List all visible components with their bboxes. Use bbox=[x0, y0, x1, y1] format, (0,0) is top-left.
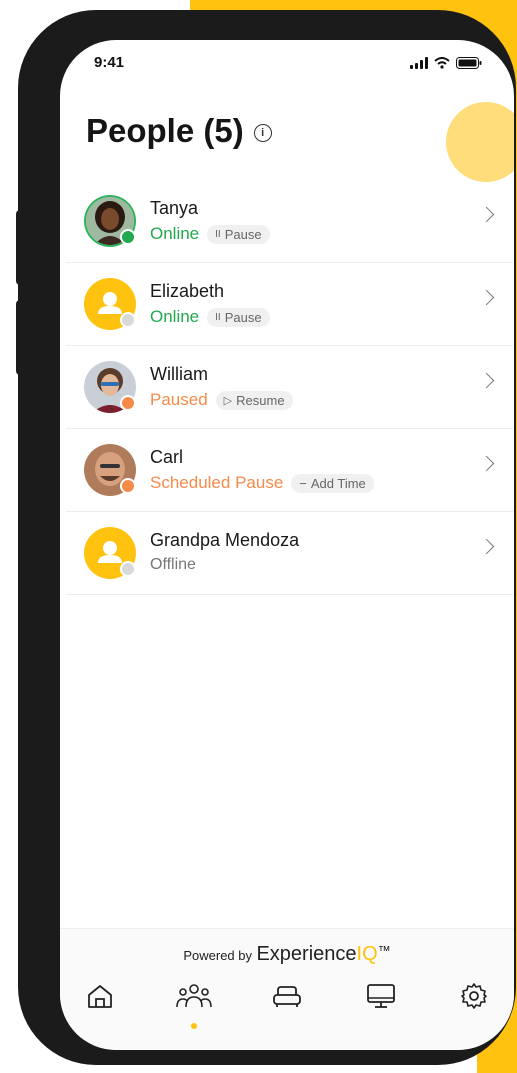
chevron-right-icon[interactable] bbox=[478, 538, 495, 555]
couch-icon bbox=[273, 986, 301, 1007]
play-icon: ▷ bbox=[223, 394, 233, 407]
status-dot bbox=[120, 312, 136, 328]
wifi-icon bbox=[434, 57, 450, 69]
volume-up-button bbox=[16, 210, 24, 285]
minus-icon: − bbox=[299, 475, 307, 491]
chevron-right-icon[interactable] bbox=[478, 289, 495, 306]
powered-by: Powered by ExperienceIQ™ bbox=[183, 943, 391, 965]
chip-label: Pause bbox=[224, 309, 262, 325]
status-time: 9:41 bbox=[94, 54, 125, 71]
resume-button[interactable]: ▷ Resume bbox=[215, 390, 293, 410]
status-dot bbox=[120, 478, 136, 494]
status-dot bbox=[120, 561, 136, 577]
pause-icon: II bbox=[215, 311, 221, 323]
nav-monitor[interactable] bbox=[361, 981, 401, 1021]
phone-frame: 9:41 People (5) i Tanya Online II Pause … bbox=[16, 10, 516, 1065]
person-name: Tanya bbox=[150, 198, 199, 218]
volume-down-button bbox=[16, 300, 24, 375]
home-icon bbox=[88, 985, 112, 1008]
person-name: Grandpa Mendoza bbox=[150, 530, 300, 550]
chevron-right-icon[interactable] bbox=[478, 372, 495, 389]
person-status: Scheduled Pause bbox=[150, 473, 284, 492]
person-row-carl[interactable]: Carl Scheduled Pause − Add Time bbox=[66, 429, 514, 512]
chip-label: Pause bbox=[224, 226, 262, 242]
person-status: Offline bbox=[150, 556, 196, 573]
nav-devices[interactable] bbox=[267, 981, 307, 1021]
add-time-button[interactable]: − Add Time bbox=[291, 473, 374, 493]
person-status: Online bbox=[150, 224, 200, 243]
person-row-william[interactable]: William Paused ▷ Resume bbox=[66, 346, 514, 429]
person-row-elizabeth[interactable]: Elizabeth Online II Pause bbox=[66, 263, 514, 346]
gear-icon bbox=[461, 983, 487, 1009]
pause-button[interactable]: II Pause bbox=[207, 307, 270, 327]
people-icon bbox=[175, 984, 212, 1008]
active-indicator bbox=[190, 1023, 197, 1029]
decorative-circle bbox=[446, 102, 514, 182]
nav-people[interactable] bbox=[174, 981, 214, 1029]
person-status: Online bbox=[150, 307, 200, 326]
status-dot bbox=[120, 395, 136, 411]
people-list: Tanya Online II Pause Elizabeth Online I… bbox=[60, 180, 514, 595]
nav-home[interactable] bbox=[80, 981, 120, 1021]
battery-icon bbox=[456, 57, 482, 69]
page-title: People (5) bbox=[86, 112, 244, 149]
brand-logo: ExperienceIQ™ bbox=[256, 943, 391, 965]
person-row-grandpa-mendoza[interactable]: Grandpa Mendoza Offline bbox=[66, 512, 514, 595]
monitor-icon bbox=[366, 984, 395, 1008]
person-name: William bbox=[150, 364, 208, 384]
person-status: Paused bbox=[150, 390, 208, 409]
pause-button[interactable]: II Pause bbox=[207, 224, 270, 244]
pause-icon: II bbox=[215, 228, 221, 240]
chevron-right-icon[interactable] bbox=[478, 206, 495, 223]
chevron-right-icon[interactable] bbox=[478, 455, 495, 472]
status-dot bbox=[120, 229, 136, 245]
person-name: Elizabeth bbox=[150, 281, 225, 301]
footer: Powered by ExperienceIQ™ bbox=[60, 928, 514, 1050]
cellular-signal-icon bbox=[410, 57, 428, 69]
app-screen: 9:41 People (5) i Tanya Online II Pause … bbox=[60, 40, 514, 1050]
chip-label: Resume bbox=[236, 392, 285, 408]
info-icon[interactable]: i bbox=[253, 124, 272, 142]
nav-settings[interactable] bbox=[454, 981, 494, 1021]
bottom-nav bbox=[74, 981, 500, 1029]
person-row-tanya[interactable]: Tanya Online II Pause bbox=[66, 180, 514, 263]
status-bar: 9:41 bbox=[94, 54, 482, 74]
person-name: Carl bbox=[150, 447, 184, 467]
chip-label: Add Time bbox=[310, 475, 366, 491]
